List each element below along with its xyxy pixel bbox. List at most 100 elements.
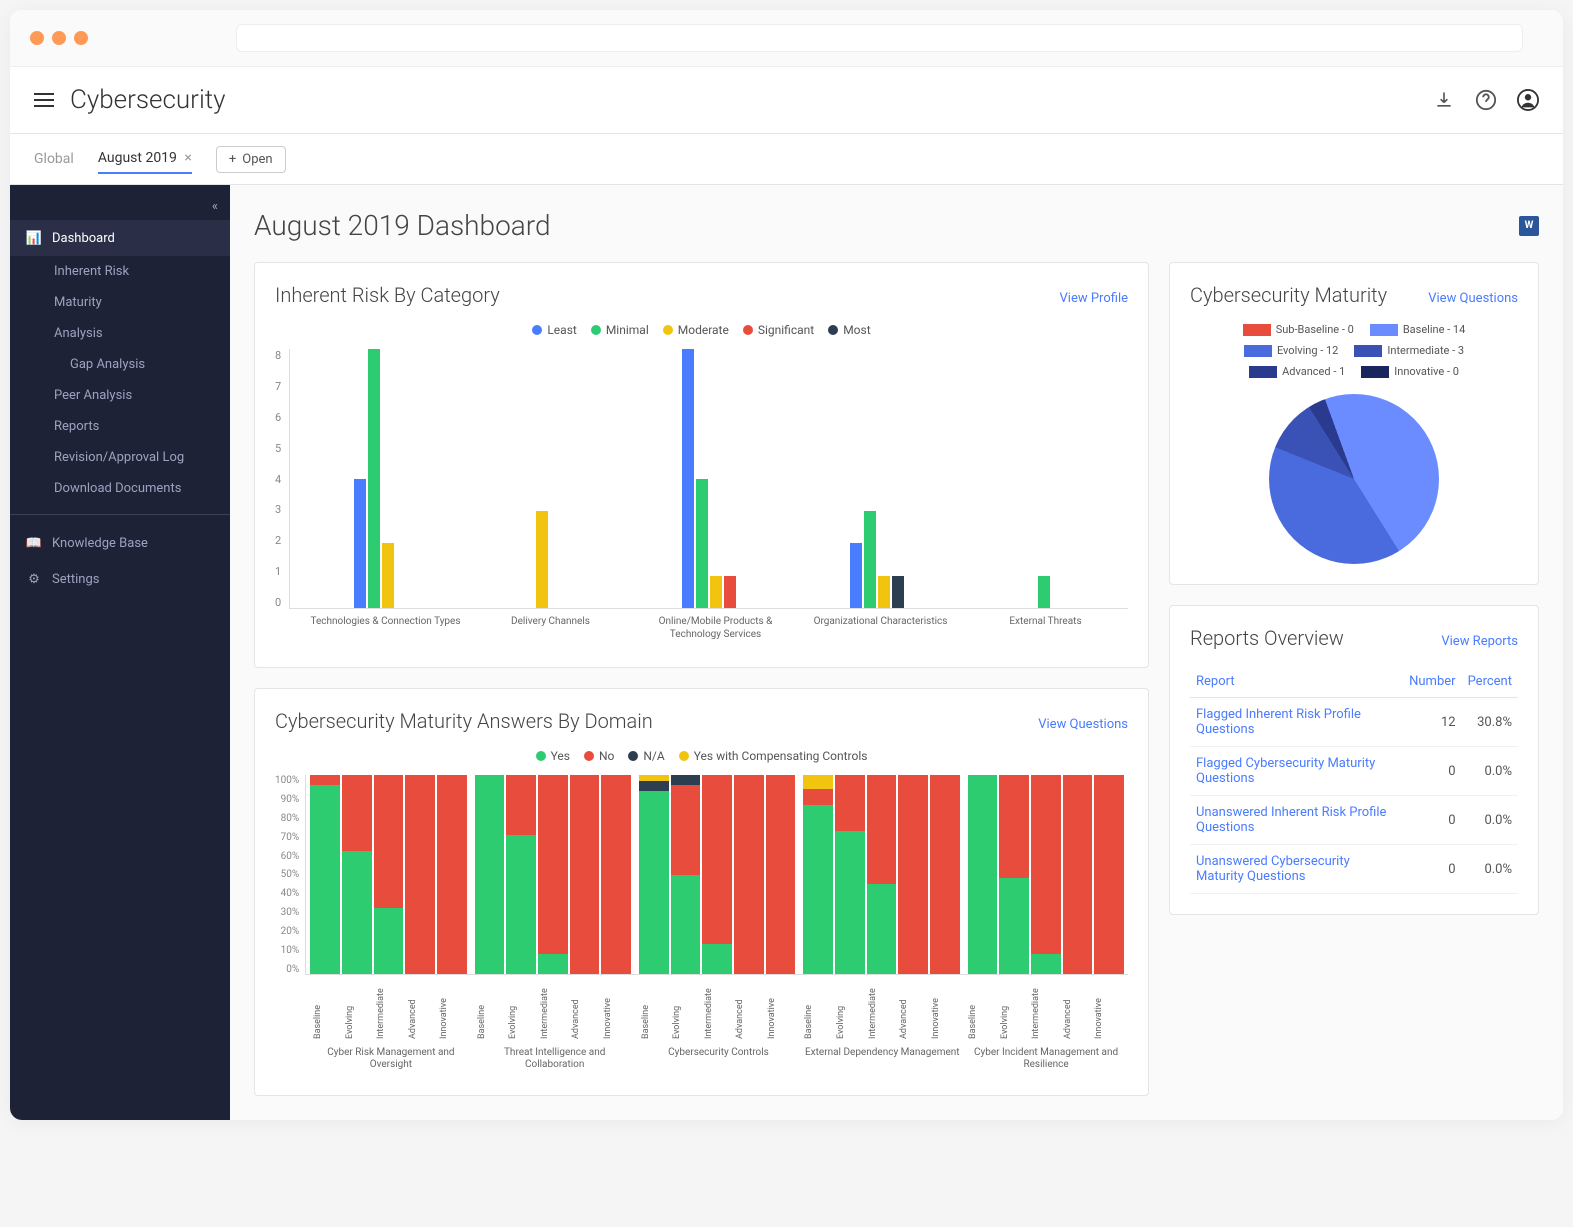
x-label: Online/Mobile Products & Technology Serv… <box>633 609 798 647</box>
stacked-bar <box>734 775 764 974</box>
level-label: Baseline <box>477 975 507 1043</box>
report-number: 0 <box>1403 845 1461 894</box>
open-button[interactable]: + Open <box>216 146 286 173</box>
bar <box>368 349 380 608</box>
maturity-pie-card: Cybersecurity Maturity View Questions Su… <box>1169 262 1539 585</box>
window-min-dot[interactable] <box>52 31 66 45</box>
sidebar-item-download-documents[interactable]: Download Documents <box>10 473 230 504</box>
y-axis: 876543210 <box>275 349 289 609</box>
sidebar-item-revision-approval-log[interactable]: Revision/Approval Log <box>10 442 230 473</box>
stacked-bar <box>437 775 467 974</box>
level-label: Evolving <box>508 975 538 1043</box>
level-label: Innovative <box>439 975 469 1043</box>
url-bar[interactable] <box>236 24 1523 52</box>
sidebar-item-dashboard[interactable]: 📊Dashboard <box>10 220 230 256</box>
level-labels: BaselineEvolvingIntermediateAdvancedInno… <box>309 975 1128 1043</box>
y-axis: 100%90%80%70%60%50%40%30%20%10%0% <box>275 775 305 975</box>
tab-close-icon[interactable]: × <box>184 150 191 166</box>
view-profile-link[interactable]: View Profile <box>1060 291 1128 306</box>
domain-group <box>306 775 470 974</box>
sidebar-item-label: Analysis <box>54 326 103 341</box>
legend-item: Advanced - 1 <box>1249 365 1345 378</box>
legend-item: Least <box>532 323 576 337</box>
domain-group <box>799 775 963 974</box>
card-title: Reports Overview <box>1190 626 1344 650</box>
level-label: Evolving <box>345 975 375 1043</box>
card-title: Inherent Risk By Category <box>275 283 500 307</box>
sidebar-item-analysis[interactable]: Analysis <box>10 318 230 349</box>
table-row: Unanswered Inherent Risk Profile Questio… <box>1190 796 1518 845</box>
level-label: Evolving <box>672 975 702 1043</box>
chart-icon: 📊 <box>26 230 42 246</box>
sidebar-item-inherent-risk[interactable]: Inherent Risk <box>10 256 230 287</box>
report-link[interactable]: Unanswered Inherent Risk Profile Questio… <box>1190 796 1403 845</box>
x-axis-labels: Technologies & Connection TypesDelivery … <box>303 609 1128 647</box>
sidebar-divider <box>10 514 230 515</box>
sidebar-item-gap-analysis[interactable]: Gap Analysis <box>10 349 230 380</box>
stacked-bar <box>898 775 928 974</box>
app-title: Cybersecurity <box>70 85 226 115</box>
stacked-chart-area <box>305 775 1128 975</box>
sidebar-item-label: Download Documents <box>54 481 181 496</box>
stacked-bar <box>310 775 340 974</box>
domain-name: Cybersecurity Controls <box>637 1043 801 1075</box>
tabs-row: Global August 2019 × + Open <box>10 134 1563 185</box>
stacked-bar <box>506 775 536 974</box>
bar <box>724 576 736 608</box>
table-row: Unanswered Cybersecurity Maturity Questi… <box>1190 845 1518 894</box>
stacked-bar <box>968 775 998 974</box>
legend-item: Yes <box>536 749 570 763</box>
report-number: 0 <box>1403 796 1461 845</box>
sidebar-item-maturity[interactable]: Maturity <box>10 287 230 318</box>
legend-item: Intermediate - 3 <box>1354 344 1464 357</box>
level-label: Innovative <box>1094 975 1124 1043</box>
legend-item: No <box>584 749 614 763</box>
sidebar-item-label: Gap Analysis <box>70 357 145 372</box>
sidebar-item-knowledge-base[interactable]: 📖Knowledge Base <box>10 525 230 561</box>
account-icon[interactable] <box>1517 89 1539 111</box>
report-percent: 0.0% <box>1462 796 1518 845</box>
sidebar-collapse-icon[interactable]: « <box>10 193 230 220</box>
window-close-dot[interactable] <box>30 31 44 45</box>
domain-group <box>635 775 799 974</box>
level-label: Intermediate <box>540 975 570 1043</box>
view-questions-link[interactable]: View Questions <box>1428 291 1518 306</box>
stacked-bar <box>538 775 568 974</box>
sidebar-item-settings[interactable]: ⚙Settings <box>10 561 230 597</box>
card-title: Cybersecurity Maturity <box>1190 283 1387 307</box>
menu-icon[interactable] <box>34 89 54 111</box>
export-word-icon[interactable]: W <box>1519 216 1539 236</box>
bar <box>710 576 722 608</box>
stacked-bar <box>570 775 600 974</box>
download-icon[interactable] <box>1433 89 1455 111</box>
view-reports-link[interactable]: View Reports <box>1441 634 1518 649</box>
window-max-dot[interactable] <box>74 31 88 45</box>
category-group <box>458 349 626 608</box>
report-link[interactable]: Unanswered Cybersecurity Maturity Questi… <box>1190 845 1403 894</box>
domain-name: External Dependency Management <box>800 1043 964 1075</box>
browser-chrome <box>10 10 1563 67</box>
stacked-bar <box>405 775 435 974</box>
table-row: Flagged Cybersecurity Maturity Questions… <box>1190 747 1518 796</box>
reports-overview-card: Reports Overview View Reports ReportNumb… <box>1169 605 1539 915</box>
view-questions-link[interactable]: View Questions <box>1038 717 1128 732</box>
reports-table: ReportNumberPercent Flagged Inherent Ris… <box>1190 666 1518 894</box>
bar <box>878 576 890 608</box>
sidebar-item-label: Peer Analysis <box>54 388 132 403</box>
x-label: Organizational Characteristics <box>798 609 963 647</box>
tab-global[interactable]: Global <box>34 145 74 173</box>
legend-item: Most <box>828 323 870 337</box>
report-link[interactable]: Flagged Inherent Risk Profile Questions <box>1190 698 1403 747</box>
stacked-bar <box>930 775 960 974</box>
stacked-bar <box>803 775 833 974</box>
stacked-bar <box>835 775 865 974</box>
bar <box>382 543 394 608</box>
level-label: Advanced <box>408 975 438 1043</box>
report-link[interactable]: Flagged Cybersecurity Maturity Questions <box>1190 747 1403 796</box>
legend-item: Minimal <box>591 323 649 337</box>
tab-august-2019[interactable]: August 2019 × <box>98 144 192 174</box>
help-icon[interactable] <box>1475 89 1497 111</box>
stacked-bar <box>639 775 669 974</box>
sidebar-item-reports[interactable]: Reports <box>10 411 230 442</box>
sidebar-item-peer-analysis[interactable]: Peer Analysis <box>10 380 230 411</box>
